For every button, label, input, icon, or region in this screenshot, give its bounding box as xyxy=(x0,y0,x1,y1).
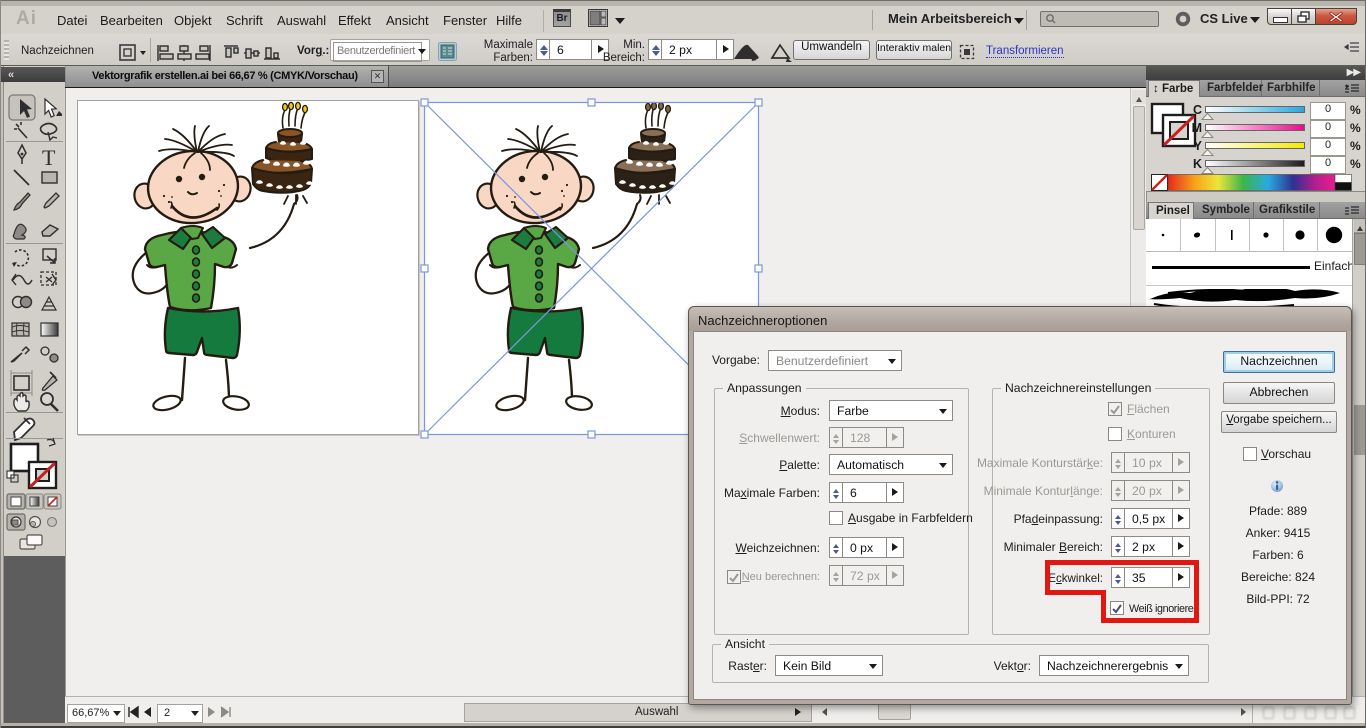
svg-text:T: T xyxy=(42,145,56,170)
svg-text:«: « xyxy=(8,69,14,81)
